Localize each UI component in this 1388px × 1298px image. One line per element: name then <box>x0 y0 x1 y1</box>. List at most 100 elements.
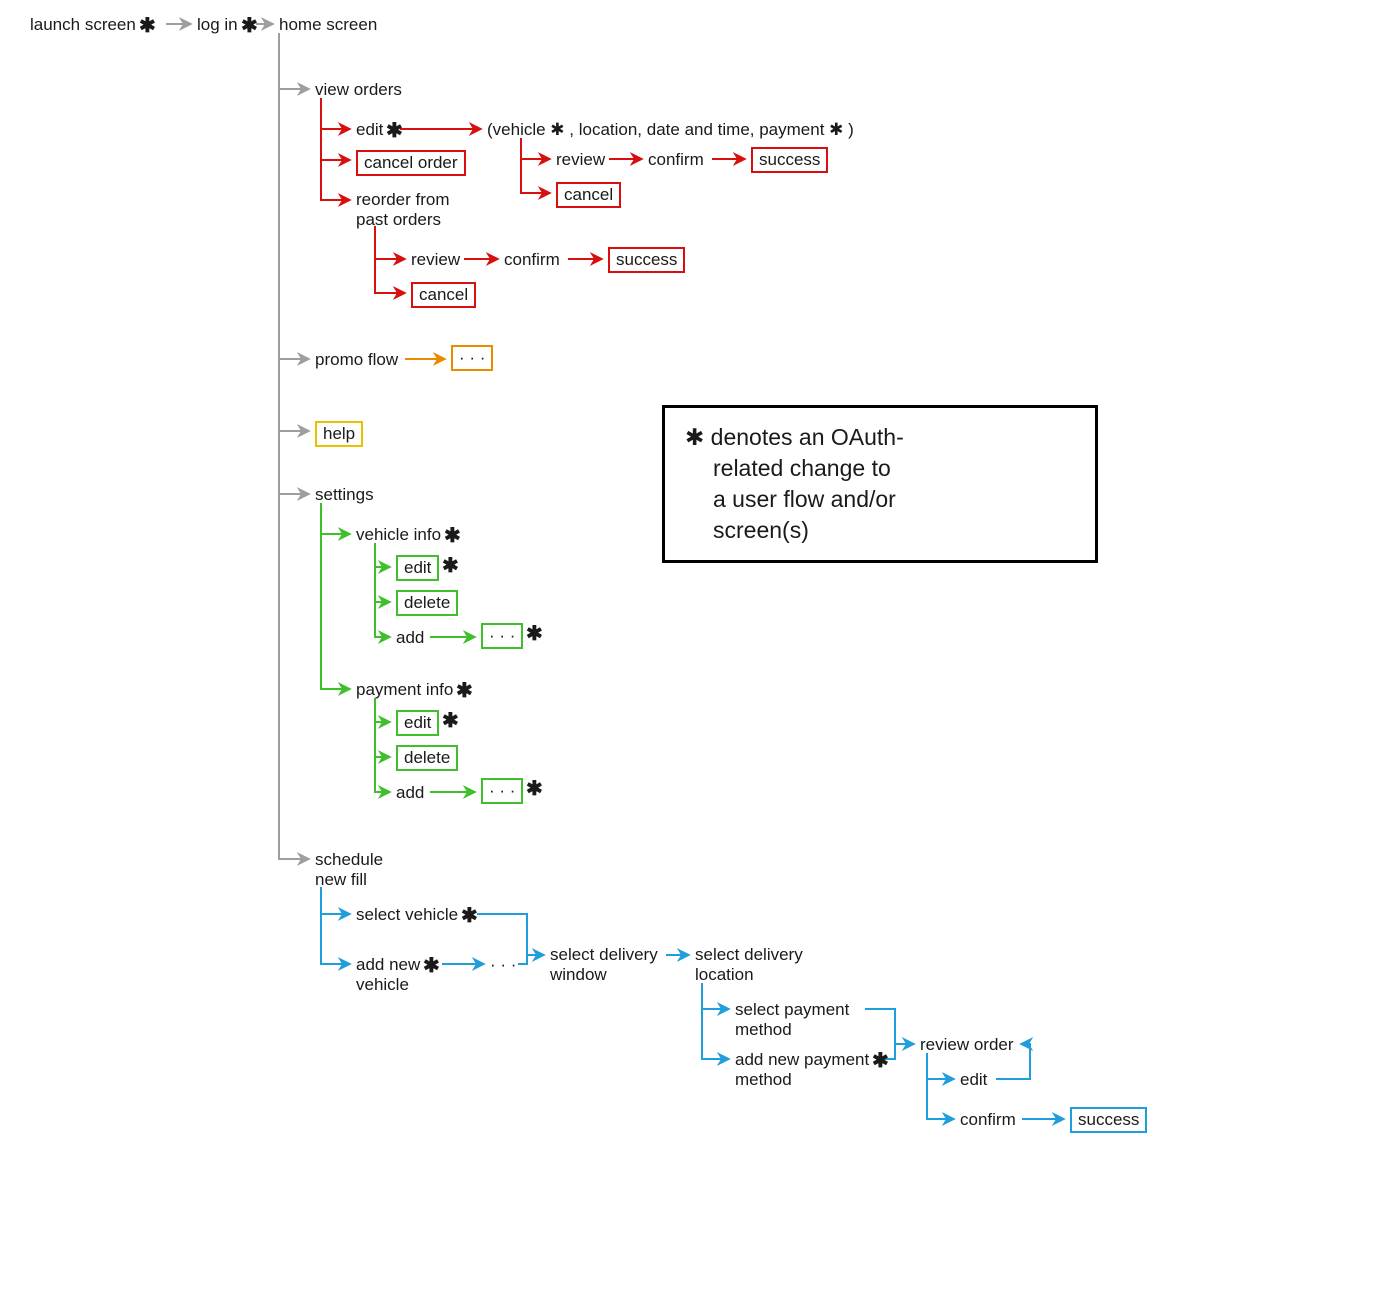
arrow <box>321 98 349 129</box>
arrow <box>279 431 308 494</box>
node-text-line2: location <box>695 965 754 984</box>
node-text: add new <box>356 955 420 974</box>
node-text-line2: past orders <box>356 210 441 229</box>
node-text: schedule <box>315 850 383 869</box>
node-revord: review order <box>920 1035 1014 1055</box>
node-cancel2: cancel <box>411 282 476 308</box>
asterisk-icon: ✱ <box>241 13 258 38</box>
node-promodots: · · · <box>451 345 493 371</box>
node-success3: success <box>1070 1107 1147 1133</box>
node-vieworders: view orders <box>315 80 402 100</box>
node-vgroup: (vehicle ✱ , location, date and time, pa… <box>487 120 854 140</box>
node-text-line2: vehicle <box>356 975 409 994</box>
node-text: settings <box>315 485 374 504</box>
node-text: home screen <box>279 15 377 34</box>
node-text: · · · <box>489 626 515 645</box>
node-text: reorder from <box>356 190 450 209</box>
node-text: view orders <box>315 80 402 99</box>
asterisk-icon: ✱ <box>423 953 440 978</box>
node-text: launch screen <box>30 15 136 34</box>
node-text: select delivery <box>695 945 803 964</box>
node-text: review order <box>920 1035 1014 1054</box>
node-text-line2: method <box>735 1020 792 1039</box>
arrow <box>375 259 404 293</box>
node-text: select delivery <box>550 945 658 964</box>
node-text: · · · <box>489 781 515 800</box>
arrow <box>375 722 389 757</box>
arrow <box>927 1079 953 1119</box>
node-home: home screen <box>279 15 377 35</box>
node-text-line2: window <box>550 965 607 984</box>
arrow <box>321 503 349 534</box>
arrow <box>321 534 349 689</box>
node-success2: success <box>608 247 685 273</box>
node-text: log in <box>197 15 238 34</box>
arrow <box>477 914 543 955</box>
arrow <box>375 226 404 259</box>
node-cancel1: cancel <box>556 182 621 208</box>
node-padddots: · · · <box>481 778 523 804</box>
node-text: confirm <box>504 250 560 269</box>
node-success1: success <box>751 147 828 173</box>
arrow <box>321 887 349 914</box>
arrow <box>521 138 549 159</box>
node-review2: review <box>411 250 460 270</box>
node-text-line2: new fill <box>315 870 367 889</box>
arrow <box>375 543 389 567</box>
node-text: cancel <box>419 285 468 304</box>
arrow <box>321 914 349 964</box>
node-edit1: edit <box>356 120 383 140</box>
arrow <box>702 1009 728 1059</box>
node-vadddots: · · · <box>481 623 523 649</box>
arrow <box>865 1009 913 1044</box>
legend-line: ✱ denotes an OAuth- <box>685 422 1075 453</box>
asterisk-icon: ✱ <box>461 903 478 928</box>
arrow <box>279 33 308 89</box>
legend-line: related change to <box>685 453 1075 484</box>
node-vdel: delete <box>396 590 458 616</box>
node-help: help <box>315 421 363 447</box>
node-promo: promo flow <box>315 350 398 370</box>
node-text: select vehicle <box>356 905 458 924</box>
node-text: edit <box>404 713 431 732</box>
node-text: · · · <box>490 955 516 974</box>
node-selwin: select deliverywindow <box>550 945 658 985</box>
node-edit2: edit <box>960 1070 987 1090</box>
node-text: confirm <box>648 150 704 169</box>
node-text: success <box>759 150 820 169</box>
node-text: add <box>396 628 424 647</box>
node-text: vehicle info <box>356 525 441 544</box>
legend-line: screen(s) <box>685 515 1075 546</box>
node-vedit: edit <box>396 555 439 581</box>
node-text: (vehicle ✱ , location, date and time, pa… <box>487 120 854 139</box>
node-text: · · · <box>459 348 485 367</box>
legend-line: a user flow and/or <box>685 484 1075 515</box>
node-text: success <box>1078 1110 1139 1129</box>
asterisk-icon: ✱ <box>444 523 461 548</box>
arrow <box>279 359 308 431</box>
asterisk-icon: ✱ <box>139 13 156 38</box>
arrow <box>927 1053 953 1079</box>
node-vinfo: vehicle info <box>356 525 441 545</box>
node-confirm1: confirm <box>648 150 704 170</box>
node-text: review <box>556 150 605 169</box>
node-confirm2: confirm <box>504 250 560 270</box>
node-cancelorder: cancel order <box>356 150 466 176</box>
node-text: payment info <box>356 680 453 699</box>
arrow <box>375 757 389 792</box>
node-text: review <box>411 250 460 269</box>
node-login: log in <box>197 15 238 35</box>
node-text: add new payment <box>735 1050 869 1069</box>
node-confirm3: confirm <box>960 1110 1016 1130</box>
asterisk-icon: ✱ <box>442 708 459 733</box>
node-pinfo: payment info <box>356 680 453 700</box>
arrow <box>321 129 349 160</box>
node-pdel: delete <box>396 745 458 771</box>
arrow <box>375 698 389 722</box>
asterisk-icon: ✱ <box>456 678 473 703</box>
asterisk-icon: ✱ <box>872 1048 889 1073</box>
node-selloc: select deliverylocation <box>695 945 803 985</box>
arrow <box>375 602 389 637</box>
arrow <box>279 89 308 359</box>
node-selveh: select vehicle <box>356 905 458 925</box>
